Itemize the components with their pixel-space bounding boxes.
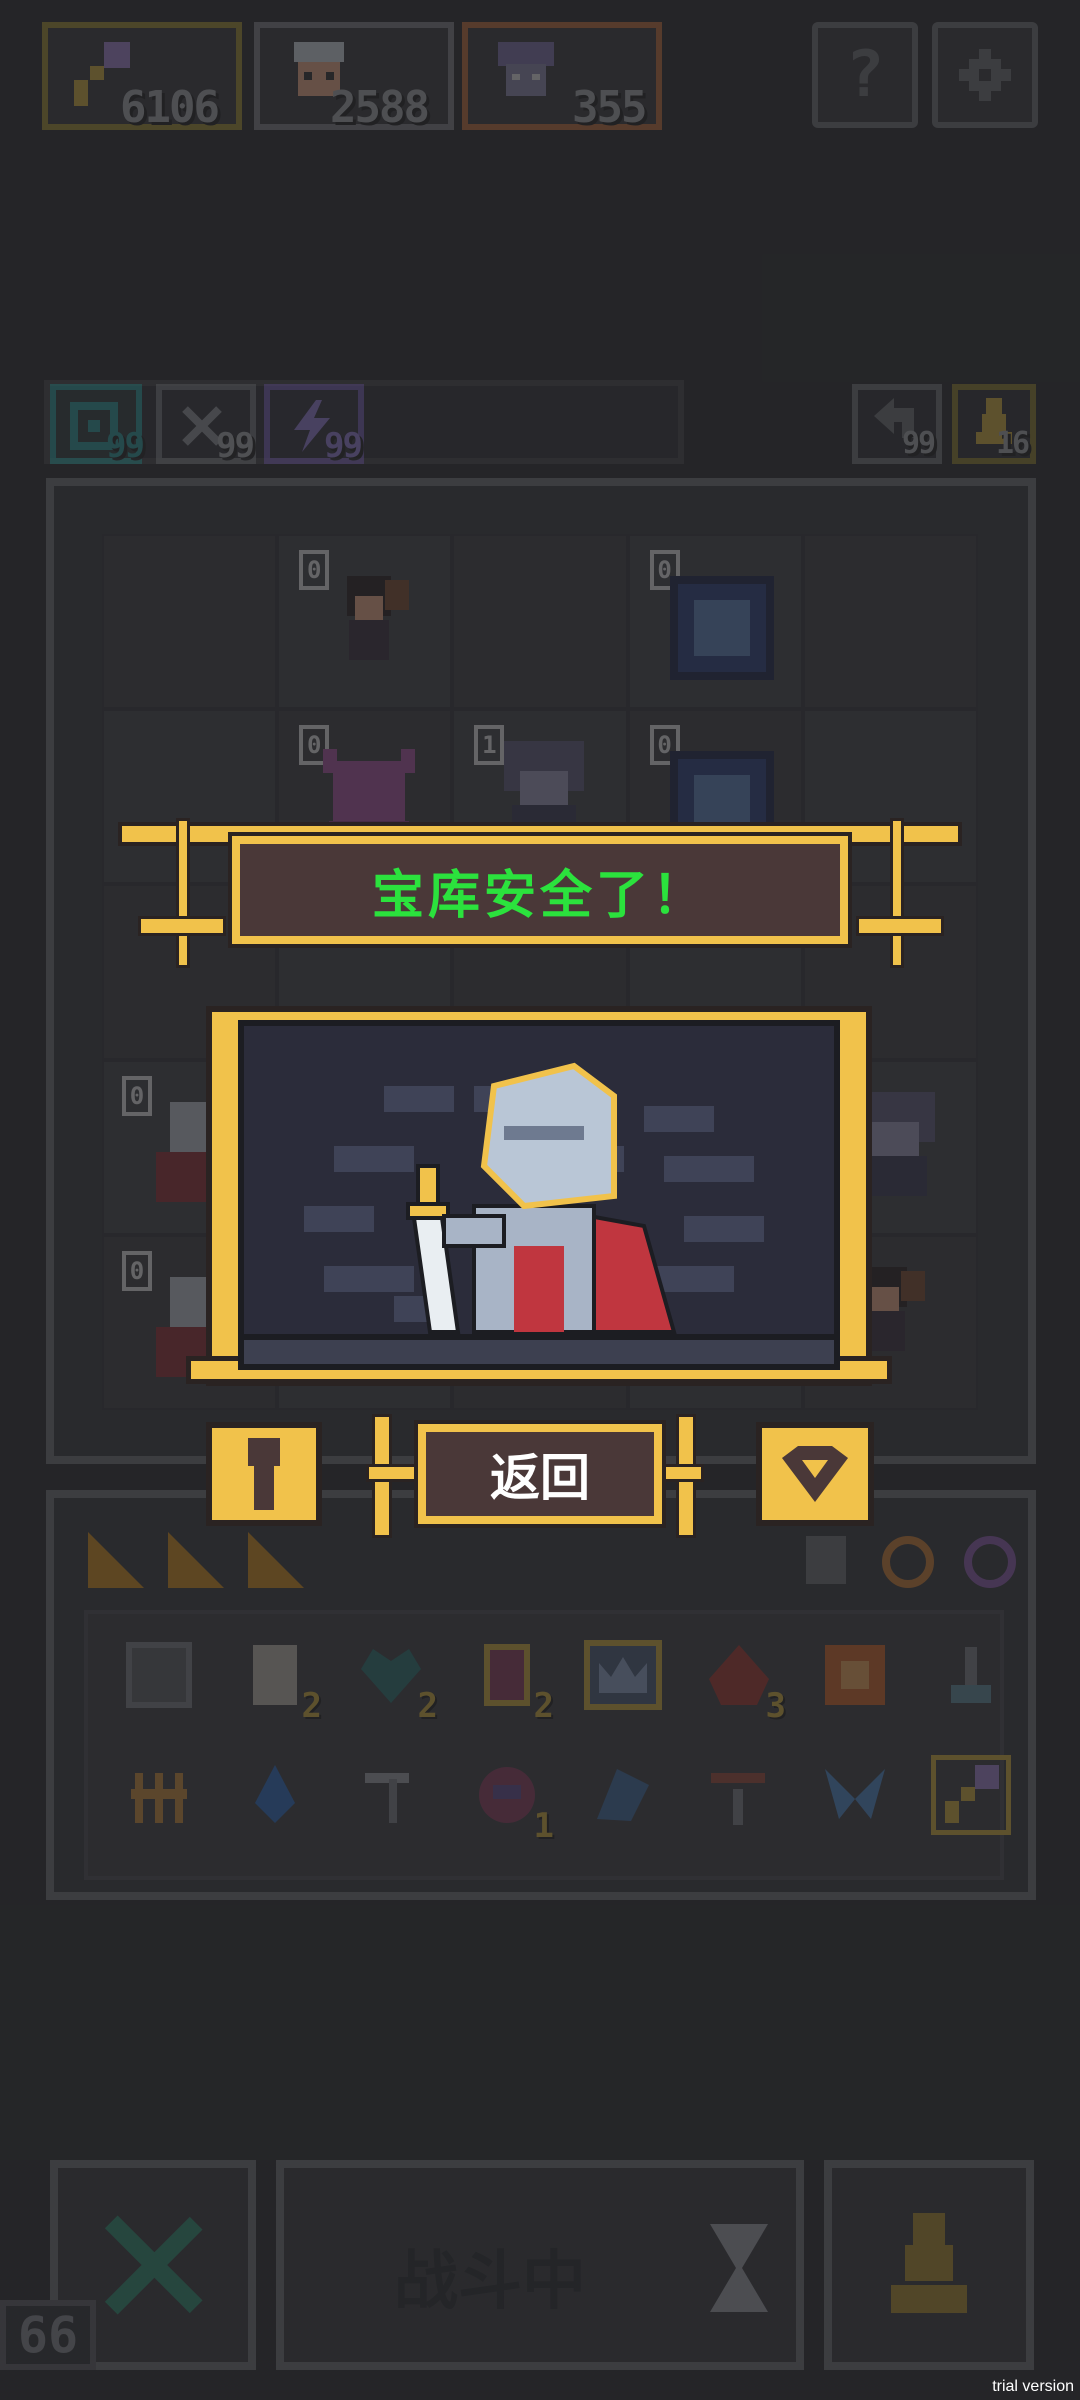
banner-post-left bbox=[176, 818, 190, 968]
modal-title: 宝库安全了！ bbox=[371, 865, 708, 926]
trial-watermark: trial version bbox=[992, 2378, 1074, 2395]
keyhole-button[interactable] bbox=[206, 1422, 322, 1526]
vault-scene bbox=[238, 1020, 840, 1370]
banner-post-right bbox=[890, 818, 904, 968]
keyhole-icon bbox=[248, 1438, 280, 1510]
banner-foot-right bbox=[856, 916, 944, 936]
modal-title-plate: 宝库安全了！ bbox=[232, 836, 848, 944]
back-button-label: 返回 bbox=[490, 1449, 590, 1507]
gem-icon bbox=[782, 1446, 848, 1502]
gem-button[interactable] bbox=[756, 1422, 874, 1526]
back-button[interactable]: 返回 bbox=[418, 1424, 662, 1524]
banner-foot-left bbox=[138, 916, 226, 936]
knight-scene-art bbox=[244, 1062, 834, 1364]
